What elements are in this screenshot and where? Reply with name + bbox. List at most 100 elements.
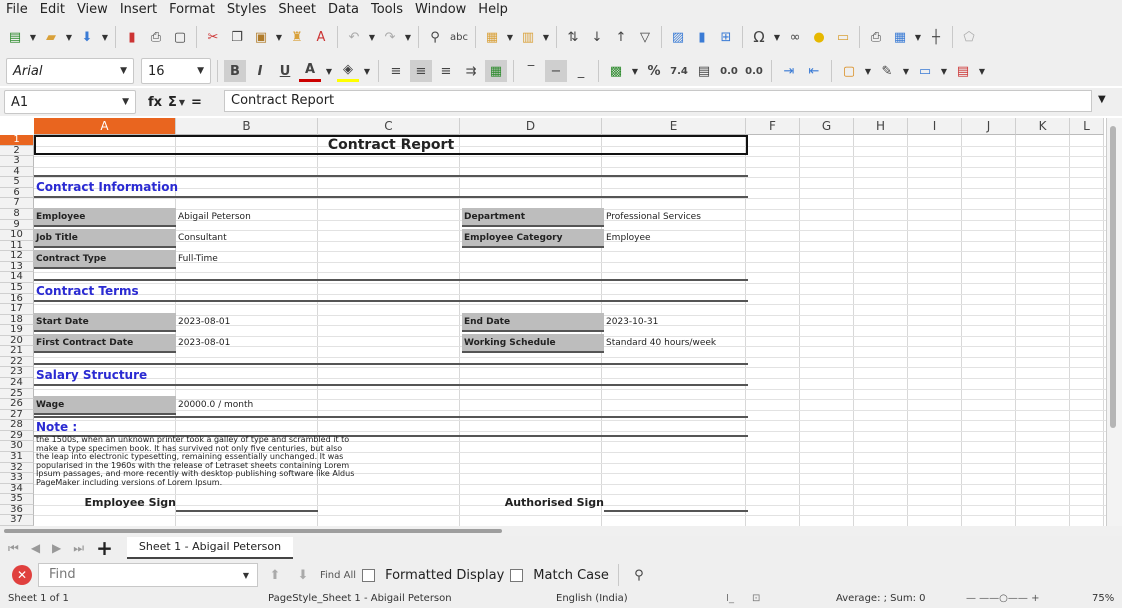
align-left-icon[interactable]: ≡ — [385, 60, 407, 82]
chevron-down-icon[interactable]: ▼ — [772, 26, 782, 48]
row-header[interactable]: 22 — [0, 356, 34, 368]
special-character-icon[interactable]: Ω — [748, 26, 770, 48]
last-sheet-icon[interactable]: ⏭ — [73, 541, 84, 556]
row-header[interactable]: 13 — [0, 261, 34, 273]
border-color-icon[interactable]: ▭ — [914, 60, 936, 82]
split-window-icon[interactable]: ┼ — [925, 26, 947, 48]
expand-formula-icon[interactable]: ▼ — [1098, 94, 1106, 105]
font-color-icon[interactable]: A — [299, 60, 321, 82]
find-replace-icon[interactable]: ⚲ — [424, 26, 446, 48]
close-find-icon[interactable]: ✕ — [12, 565, 32, 585]
scroll-thumb[interactable] — [4, 529, 502, 533]
row-header[interactable]: 29 — [0, 430, 34, 442]
align-bottom-icon[interactable]: _ — [570, 60, 592, 82]
find-replace-icon[interactable]: ⚲ — [628, 564, 650, 586]
find-next-icon[interactable]: ⬇ — [292, 564, 314, 586]
row-header[interactable]: 36 — [0, 504, 34, 516]
chevron-down-icon[interactable]: ▼ — [403, 26, 413, 48]
employee-category-value[interactable]: Employee — [604, 229, 651, 248]
employee-category-label[interactable]: Employee Category — [462, 229, 604, 248]
pivot-table-icon[interactable]: ⊞ — [715, 26, 737, 48]
column-header[interactable]: E — [602, 118, 746, 135]
save-icon[interactable]: ⬇ — [76, 26, 98, 48]
match-case-checkbox[interactable] — [510, 568, 524, 582]
department-value[interactable]: Professional Services — [604, 208, 701, 227]
hyperlink-icon[interactable]: ∞ — [784, 26, 806, 48]
chevron-down-icon[interactable]: ▼ — [362, 60, 372, 82]
paste-icon[interactable]: ▣ — [250, 26, 272, 48]
column-icon[interactable]: ▥ — [517, 26, 539, 48]
new-icon[interactable]: ▤ — [4, 26, 26, 48]
menu-window[interactable]: Window — [409, 2, 472, 17]
chevron-down-icon[interactable]: ▼ — [505, 26, 515, 48]
chevron-down-icon[interactable]: ▼ — [197, 66, 204, 76]
job-title-label[interactable]: Job Title — [34, 229, 176, 248]
row-header[interactable]: 37 — [0, 515, 34, 526]
horizontal-scrollbar[interactable] — [0, 526, 1122, 536]
menu-sheet[interactable]: Sheet — [272, 2, 322, 17]
section-note[interactable]: Note : — [36, 420, 77, 434]
column-header[interactable]: D — [460, 118, 602, 135]
row-header[interactable]: 11 — [0, 240, 34, 252]
row-header[interactable]: 21 — [0, 346, 34, 357]
find-input[interactable]: Find — [38, 563, 258, 587]
column-header[interactable]: A — [34, 118, 176, 135]
find-previous-icon[interactable]: ⬆ — [264, 564, 286, 586]
row-header[interactable]: 6 — [0, 187, 34, 199]
row-header[interactable]: 3 — [0, 156, 34, 167]
row-header[interactable]: 16 — [0, 293, 34, 305]
column-header[interactable]: I — [908, 118, 962, 135]
first-contract-date-label[interactable]: First Contract Date — [34, 334, 176, 353]
chevron-down-icon[interactable]: ▼ — [120, 66, 127, 76]
zoom-slider[interactable]: — ——○—— + — [966, 593, 1039, 604]
row-header[interactable]: 4 — [0, 166, 34, 178]
column-header[interactable]: F — [746, 118, 800, 135]
column-header[interactable]: K — [1016, 118, 1070, 135]
row-header[interactable]: 17 — [0, 304, 34, 315]
first-sheet-icon[interactable]: ⏮ — [8, 541, 19, 556]
font-size-combo[interactable]: 16 ▼ — [141, 58, 211, 84]
language[interactable]: English (India) — [556, 593, 628, 604]
section-salary-structure[interactable]: Salary Structure — [36, 368, 147, 382]
chevron-down-icon[interactable]: ▼ — [64, 26, 74, 48]
align-middle-icon[interactable]: − — [545, 60, 567, 82]
menu-tools[interactable]: Tools — [365, 2, 409, 17]
border-style-icon[interactable]: ✎ — [876, 60, 898, 82]
end-date-label[interactable]: End Date — [462, 313, 604, 332]
next-sheet-icon[interactable]: ▶ — [52, 541, 61, 555]
define-print-area-icon[interactable]: ⎙ — [865, 26, 887, 48]
menu-insert[interactable]: Insert — [114, 2, 163, 17]
row-header[interactable]: 28 — [0, 420, 34, 431]
merge-center-icon[interactable]: ▦ — [485, 60, 507, 82]
authorised-sign-label[interactable]: Authorised Sign — [462, 496, 604, 509]
working-schedule-label[interactable]: Working Schedule — [462, 334, 604, 353]
row-header[interactable]: 27 — [0, 409, 34, 421]
formatted-display-checkbox[interactable] — [362, 568, 376, 582]
row-header[interactable]: 26 — [0, 399, 34, 410]
currency-format-icon[interactable]: ▩ — [605, 60, 627, 82]
wage-label[interactable]: Wage — [34, 396, 176, 415]
menu-view[interactable]: View — [71, 2, 114, 17]
sort-descending-icon[interactable]: ↑ — [610, 26, 632, 48]
chevron-down-icon[interactable]: ▼ — [100, 26, 110, 48]
column-header[interactable]: B — [176, 118, 318, 135]
sheet-tab[interactable]: Sheet 1 - Abigail Peterson — [126, 537, 294, 559]
row-header[interactable]: 14 — [0, 272, 34, 283]
chevron-down-icon[interactable]: ▼ — [541, 26, 551, 48]
font-name-combo[interactable]: Arial ▼ — [6, 58, 134, 84]
row-header[interactable]: 24 — [0, 378, 34, 389]
row-header[interactable]: 34 — [0, 483, 34, 495]
print-preview-icon[interactable]: ▢ — [169, 26, 191, 48]
column-header[interactable]: H — [854, 118, 908, 135]
row-header[interactable]: 15 — [0, 282, 34, 294]
scroll-thumb[interactable] — [1110, 126, 1116, 428]
row-header[interactable]: 1 — [0, 135, 34, 146]
row-header[interactable]: 5 — [0, 177, 34, 188]
show-draw-functions-icon[interactable]: ⬠ — [958, 26, 980, 48]
column-header[interactable]: G — [800, 118, 854, 135]
name-box[interactable]: A1 ▼ — [4, 90, 136, 114]
percent-format-icon[interactable]: % — [643, 60, 665, 82]
employee-sign-label[interactable]: Employee Sign — [34, 496, 177, 509]
note-text[interactable]: the 1500s, when an unknown printer took … — [36, 436, 356, 490]
align-right-icon[interactable]: ≡ — [435, 60, 457, 82]
